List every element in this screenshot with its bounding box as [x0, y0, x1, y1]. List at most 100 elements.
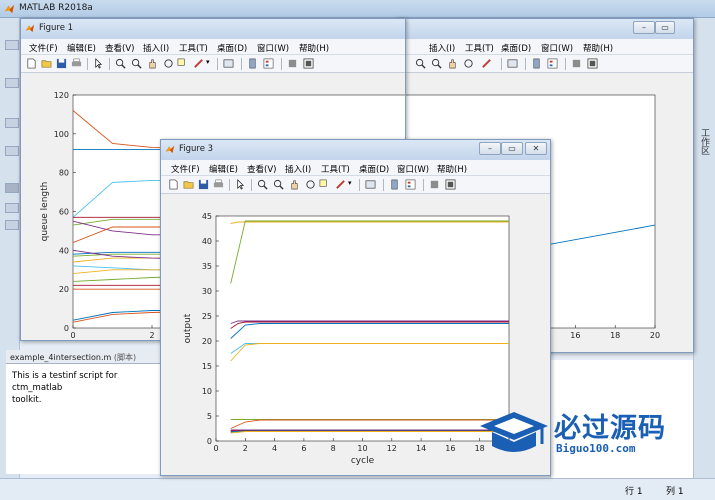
menu-desktop[interactable]: 桌面(D) [359, 163, 389, 175]
figure3-menu-bar: 文件(F) 编辑(E) 查看(V) 插入(I) 工具(T) 桌面(D) 窗口(W… [161, 160, 550, 176]
brush-icon[interactable] [481, 58, 492, 69]
left-strip-block[interactable] [5, 183, 19, 193]
zoom-out-icon[interactable] [273, 179, 284, 190]
toolbar-separator [251, 179, 252, 191]
hide-plot-tools-icon[interactable] [429, 179, 440, 190]
pan-icon[interactable] [147, 58, 158, 69]
menu-view[interactable]: 查看(V) [105, 42, 134, 54]
close-button[interactable]: ✕ [525, 142, 547, 155]
left-strip-block[interactable] [5, 118, 19, 128]
figure1-title-bar[interactable]: Figure 1 [21, 19, 405, 39]
left-strip-block[interactable] [5, 220, 19, 230]
edit-plot-arrow-icon[interactable] [93, 58, 104, 69]
menu-help[interactable]: 帮助(H) [299, 42, 329, 54]
colorbar-icon[interactable] [247, 58, 258, 69]
new-figure-icon[interactable] [168, 179, 179, 190]
figure3-y-tick-label: 40 [202, 237, 212, 246]
show-plot-tools-icon[interactable] [587, 58, 598, 69]
data-cursor-icon[interactable] [177, 58, 188, 69]
menu-help[interactable]: 帮助(H) [437, 163, 467, 175]
figure2-title-bar[interactable]: – ▭ [397, 19, 693, 39]
legend-icon[interactable] [405, 179, 416, 190]
toolbar-separator [109, 58, 110, 70]
zoom-out-icon[interactable] [431, 58, 442, 69]
rotate-icon[interactable] [463, 58, 474, 69]
zoom-in-icon[interactable] [415, 58, 426, 69]
workspace-tab-label[interactable]: 工作区 [698, 128, 711, 155]
menu-edit[interactable]: 编辑(E) [209, 163, 238, 175]
menu-file[interactable]: 文件(F) [29, 42, 58, 54]
menu-view[interactable]: 查看(V) [247, 163, 276, 175]
show-plot-tools-icon[interactable] [445, 179, 456, 190]
brush-icon[interactable] [193, 58, 204, 69]
link-plot-icon[interactable] [223, 58, 234, 69]
figure3-x-tick-label: 12 [387, 444, 397, 453]
rotate-icon[interactable] [305, 179, 316, 190]
menu-insert[interactable]: 插入(I) [429, 42, 455, 54]
link-plot-icon[interactable] [507, 58, 518, 69]
menu-help[interactable]: 帮助(H) [583, 42, 613, 54]
figure3-title-bar[interactable]: Figure 3 – ▭ ✕ [161, 140, 550, 160]
menu-desktop[interactable]: 桌面(D) [501, 42, 531, 54]
menu-tools[interactable]: 工具(T) [465, 42, 494, 54]
minimize-button[interactable]: – [479, 142, 501, 155]
menu-tools[interactable]: 工具(T) [321, 163, 350, 175]
menu-file[interactable]: 文件(F) [171, 163, 200, 175]
zoom-out-icon[interactable] [131, 58, 142, 69]
figure1-x-tick-label: 0 [70, 331, 75, 340]
menu-window[interactable]: 窗口(W) [541, 42, 573, 54]
left-strip-block[interactable] [5, 146, 19, 156]
maximize-button[interactable]: ▭ [501, 142, 523, 155]
pan-icon[interactable] [447, 58, 458, 69]
left-strip-block[interactable] [5, 203, 19, 213]
new-figure-icon[interactable] [26, 58, 37, 69]
colorbar-icon[interactable] [531, 58, 542, 69]
menu-tools[interactable]: 工具(T) [179, 42, 208, 54]
save-icon[interactable] [198, 179, 209, 190]
colorbar-icon[interactable] [389, 179, 400, 190]
zoom-in-icon[interactable] [257, 179, 268, 190]
edit-plot-arrow-icon[interactable] [235, 179, 246, 190]
show-plot-tools-icon[interactable] [303, 58, 314, 69]
legend-icon[interactable] [547, 58, 558, 69]
brush-dropdown-icon[interactable]: ▾ [206, 58, 210, 66]
zoom-in-icon[interactable] [115, 58, 126, 69]
pan-icon[interactable] [289, 179, 300, 190]
menu-desktop[interactable]: 桌面(D) [217, 42, 247, 54]
menu-insert[interactable]: 插入(I) [143, 42, 169, 54]
left-strip-block[interactable] [5, 78, 19, 88]
maximize-button[interactable]: ▭ [655, 21, 675, 34]
figure3-x-tick-label: 16 [445, 444, 455, 453]
left-strip-block[interactable] [5, 40, 19, 50]
menu-insert[interactable]: 插入(I) [285, 163, 311, 175]
editor-tab-header[interactable]: example_4intersection.m (脚本) [6, 350, 172, 364]
menu-window[interactable]: 窗口(W) [257, 42, 289, 54]
hide-plot-tools-icon[interactable] [571, 58, 582, 69]
brush-icon[interactable] [335, 179, 346, 190]
figure3-x-tick-label: 10 [357, 444, 367, 453]
rotate-icon[interactable] [163, 58, 174, 69]
print-icon[interactable] [71, 58, 82, 69]
figure3-axes-box [215, 215, 510, 442]
open-file-icon[interactable] [41, 58, 52, 69]
figure3-y-tick-label: 25 [202, 312, 212, 321]
figure2-x-tick-label: 18 [610, 331, 620, 340]
watermark-cn-text: 必过源码 [554, 413, 666, 444]
minimize-button[interactable]: – [633, 21, 655, 34]
figure3-x-tick-label: 8 [331, 444, 336, 453]
figure3-x-tick-label: 14 [416, 444, 426, 453]
save-icon[interactable] [56, 58, 67, 69]
status-bar: 行 1 列 1 [0, 478, 715, 500]
link-plot-icon[interactable] [365, 179, 376, 190]
hide-plot-tools-icon[interactable] [287, 58, 298, 69]
legend-icon[interactable] [263, 58, 274, 69]
open-file-icon[interactable] [183, 179, 194, 190]
brush-dropdown-icon[interactable]: ▾ [348, 179, 352, 187]
figure3-toolbar: ▾ [161, 176, 550, 194]
menu-edit[interactable]: 编辑(E) [67, 42, 96, 54]
toolbar-separator [241, 58, 242, 70]
editor-body[interactable]: This is a testinf script for ctm_matlab … [6, 364, 164, 474]
data-cursor-icon[interactable] [319, 179, 330, 190]
menu-window[interactable]: 窗口(W) [397, 163, 429, 175]
print-icon[interactable] [213, 179, 224, 190]
